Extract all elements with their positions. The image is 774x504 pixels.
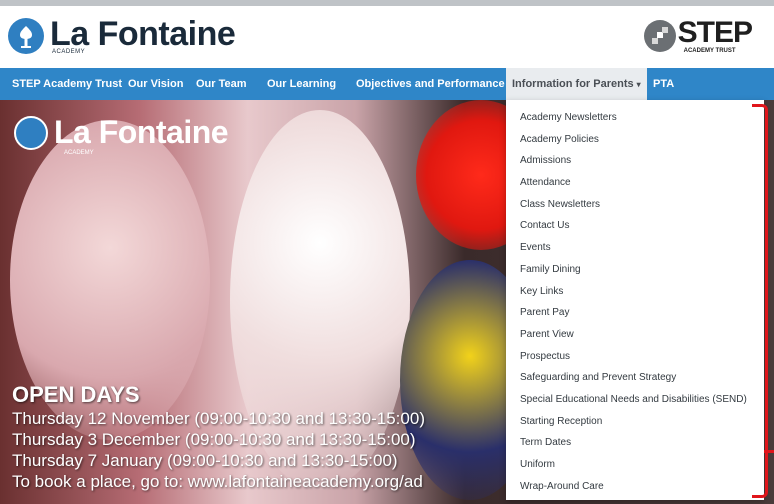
menu-item-send[interactable]: Special Educational Needs and Disabiliti… bbox=[506, 389, 764, 411]
menu-item-parent-view[interactable]: Parent View bbox=[506, 324, 764, 346]
open-days-notice: OPEN DAYS Thursday 12 November (09:00-10… bbox=[12, 382, 425, 492]
hero-logo: La Fontaine ACADEMY bbox=[14, 114, 229, 156]
menu-item-starting-reception[interactable]: Starting Reception bbox=[506, 411, 764, 433]
step-logo-icon bbox=[643, 20, 676, 52]
menu-item-wrap-around-care[interactable]: Wrap-Around Care bbox=[506, 476, 764, 498]
hero-logo-title: La Fontaine bbox=[54, 114, 229, 150]
logo-title: La Fontaine bbox=[50, 15, 236, 53]
la-fontaine-logo[interactable]: La Fontaine ACADEMY bbox=[8, 14, 236, 58]
menu-item-uniform[interactable]: Uniform bbox=[506, 454, 764, 476]
open-day-line: Thursday 7 January (09:00-10:30 and 13:3… bbox=[12, 451, 398, 470]
menu-item-class-newsletters[interactable]: Class Newsletters bbox=[506, 194, 764, 216]
red-annotation-bracket bbox=[752, 104, 768, 498]
menu-item-attendance[interactable]: Attendance bbox=[506, 172, 764, 194]
nav-our-learning[interactable]: Our Learning bbox=[267, 68, 336, 100]
fountain-icon bbox=[8, 18, 44, 54]
information-for-parents-dropdown: Academy Newsletters Academy Policies Adm… bbox=[506, 100, 764, 500]
menu-item-prospectus[interactable]: Prospectus bbox=[506, 346, 764, 368]
fountain-icon bbox=[14, 115, 48, 150]
open-day-line: Thursday 3 December (09:00-10:30 and 13:… bbox=[12, 430, 416, 449]
menu-item-academy-policies[interactable]: Academy Policies bbox=[506, 129, 764, 151]
open-days-title: OPEN DAYS bbox=[12, 382, 140, 407]
site-header: La Fontaine ACADEMY STEP ACADEMY TRUST bbox=[0, 6, 774, 66]
step-academy-trust-logo[interactable]: STEP ACADEMY TRUST bbox=[643, 14, 753, 58]
menu-item-parent-pay[interactable]: Parent Pay bbox=[506, 302, 764, 324]
menu-item-safeguarding[interactable]: Safeguarding and Prevent Strategy bbox=[506, 367, 764, 389]
nav-information-for-parents-label: Information for Parents bbox=[512, 78, 634, 90]
menu-item-academy-newsletters[interactable]: Academy Newsletters bbox=[506, 107, 764, 129]
nav-step-academy-trust[interactable]: STEP Academy Trust bbox=[12, 68, 122, 100]
nav-pta[interactable]: PTA bbox=[653, 68, 674, 100]
menu-item-key-links[interactable]: Key Links bbox=[506, 281, 764, 303]
nav-information-for-parents[interactable]: Information for Parents ▾ bbox=[506, 68, 647, 100]
step-subtitle: ACADEMY TRUST bbox=[683, 48, 736, 54]
menu-item-term-dates[interactable]: Term Dates bbox=[506, 432, 764, 454]
red-annotation-tick bbox=[764, 450, 774, 453]
nav-objectives-and-performance[interactable]: Objectives and Performance bbox=[356, 68, 505, 100]
menu-item-admissions[interactable]: Admissions bbox=[506, 150, 764, 172]
step-title: STEP bbox=[677, 16, 753, 49]
menu-item-events[interactable]: Events bbox=[506, 237, 764, 259]
open-day-line: Thursday 12 November (09:00-10:30 and 13… bbox=[12, 409, 425, 428]
menu-item-contact-us[interactable]: Contact Us bbox=[506, 215, 764, 237]
nav-our-team[interactable]: Our Team bbox=[196, 68, 247, 100]
booking-line: To book a place, go to: www.lafontaineac… bbox=[12, 472, 423, 491]
menu-item-family-dining[interactable]: Family Dining bbox=[506, 259, 764, 281]
logo-subtitle: ACADEMY bbox=[52, 49, 86, 55]
main-navigation: STEP Academy Trust Our Vision Our Team O… bbox=[0, 68, 774, 100]
hero-logo-subtitle: ACADEMY bbox=[64, 150, 94, 156]
nav-our-vision[interactable]: Our Vision bbox=[128, 68, 183, 100]
chevron-down-icon: ▾ bbox=[636, 80, 641, 89]
